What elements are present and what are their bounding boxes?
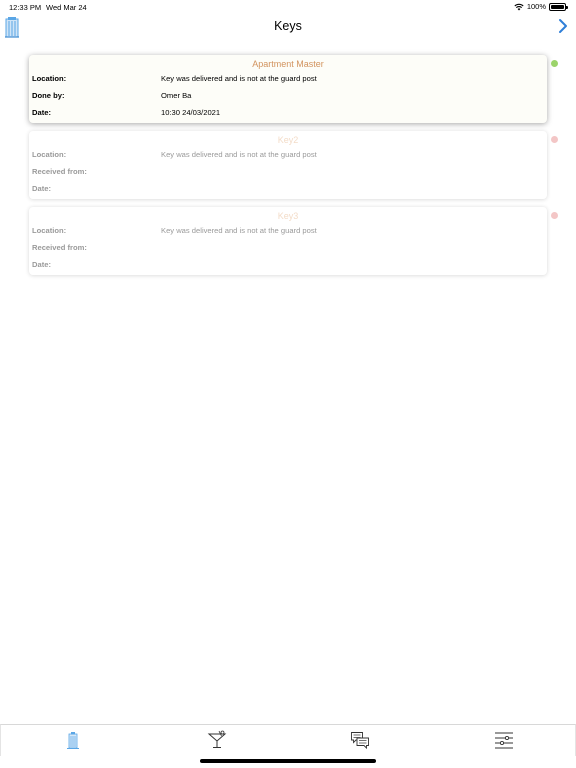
status-bar: 12:33 PM Wed Mar 24 100%: [0, 0, 576, 14]
tab-bar: [0, 724, 576, 756]
battery-percent: 100%: [526, 2, 546, 11]
key-title: Apartment Master: [252, 59, 324, 69]
home-indicator: [200, 759, 376, 763]
key-title: Key3: [277, 211, 299, 221]
location-value: Key was delivered and is not at the guar…: [161, 226, 317, 235]
received-from-label: Received from:: [32, 167, 87, 176]
wifi-icon: [514, 3, 524, 10]
date-label: Date:: [32, 260, 51, 269]
chat-bubbles-icon[interactable]: [350, 730, 370, 750]
status-dot-red: [551, 136, 558, 143]
location-label: Location:: [32, 150, 67, 159]
status-time: 12:33 PM: [9, 3, 42, 12]
key-card-key3[interactable]: Key3 Location: Key was delivered and is …: [29, 207, 547, 275]
cocktail-icon[interactable]: [207, 730, 227, 750]
location-label: Location:: [32, 226, 67, 235]
received-from-label: Received from:: [32, 243, 87, 252]
building-icon[interactable]: [63, 730, 83, 750]
done-by-value: Omer Ba: [161, 91, 192, 100]
done-by-label: Done by:: [32, 91, 65, 100]
key-title: Key2: [277, 135, 299, 145]
key-card-key2[interactable]: Key2 Location: Key was delivered and is …: [29, 131, 547, 199]
chevron-right-icon[interactable]: [557, 17, 569, 35]
status-right: 100%: [514, 2, 568, 11]
sliders-icon[interactable]: [494, 730, 514, 750]
location-value: Key was delivered and is not at the guar…: [161, 74, 317, 83]
key-card-apartment-master[interactable]: Apartment Master Location: Key was deliv…: [29, 55, 547, 123]
nav-bar: Keys: [0, 14, 576, 42]
battery-icon: [549, 2, 568, 11]
date-label: Date:: [32, 108, 51, 117]
date-label: Date:: [32, 184, 51, 193]
location-value: Key was delivered and is not at the guar…: [161, 150, 317, 159]
page-title: Keys: [274, 19, 302, 33]
date-value: 10:30 24/03/2021: [161, 108, 221, 117]
status-dot-red: [551, 212, 558, 219]
status-date: Wed Mar 24: [46, 3, 87, 12]
status-dot-green: [551, 60, 558, 67]
location-label: Location:: [32, 74, 67, 83]
